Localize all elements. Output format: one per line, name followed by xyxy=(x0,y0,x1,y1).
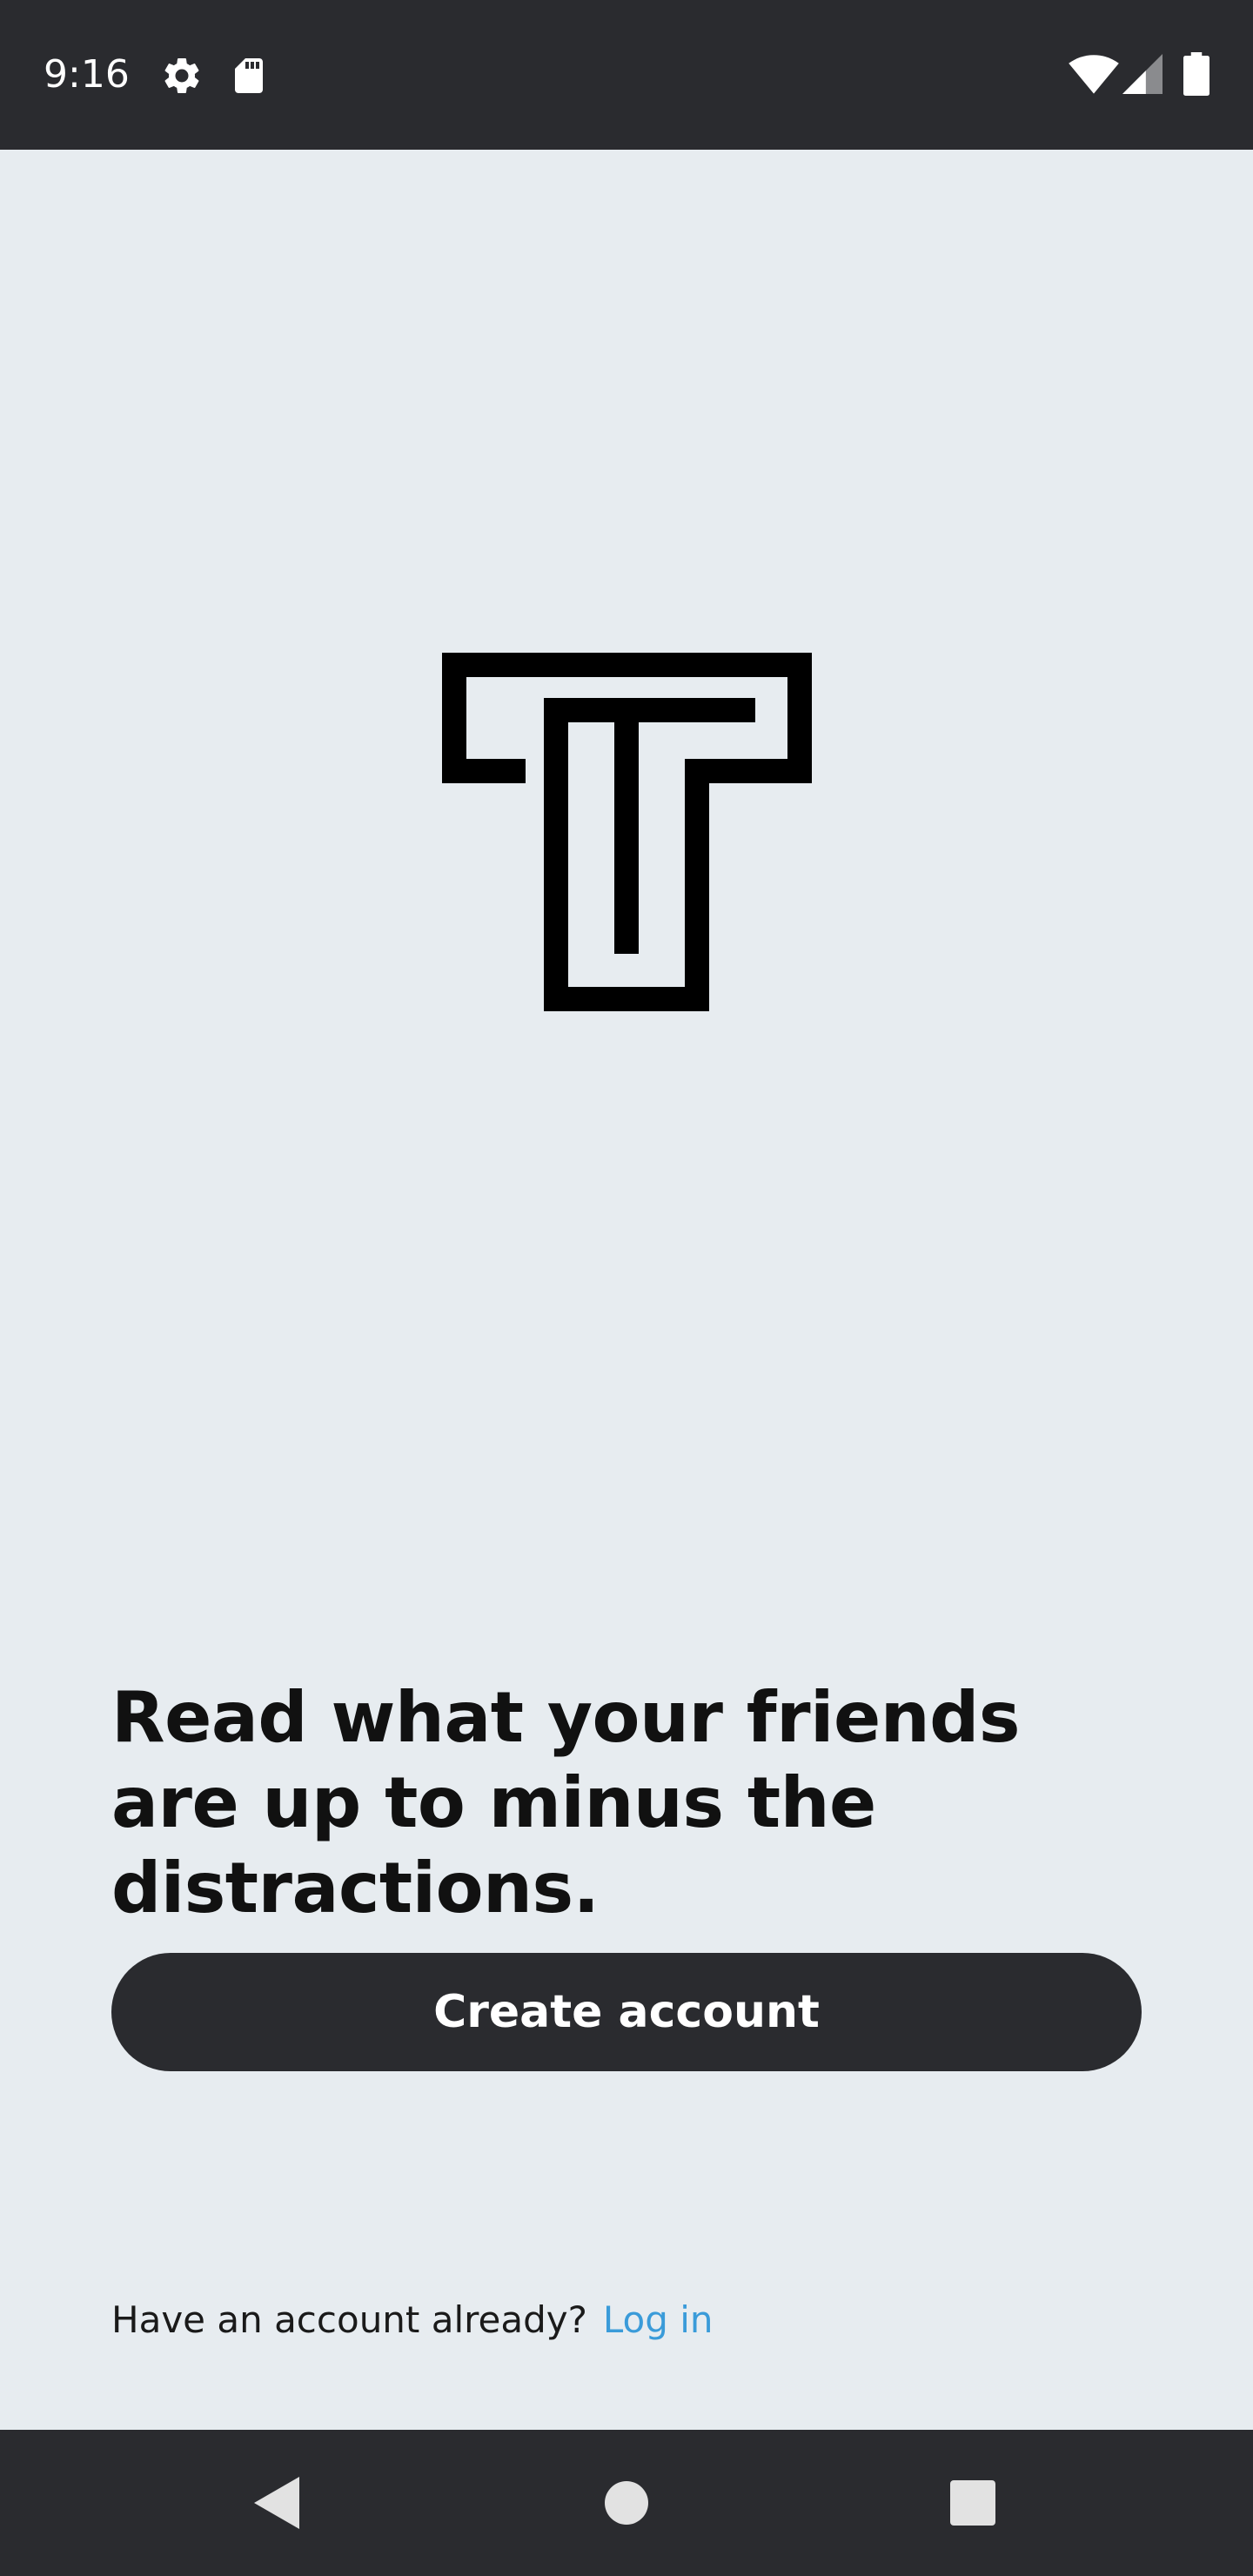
sd-card-icon xyxy=(235,58,263,93)
login-link[interactable]: Log in xyxy=(603,2298,714,2341)
status-bar: 9:16 xyxy=(0,0,1253,150)
home-circle-icon xyxy=(605,2481,648,2525)
login-prompt-row: Have an account already? Log in xyxy=(111,2294,714,2346)
headline: Read what your friends are up to minus t… xyxy=(111,1677,1021,1929)
back-button[interactable] xyxy=(238,2465,315,2541)
login-prompt-text: Have an account already? xyxy=(111,2298,587,2341)
status-time: 9:16 xyxy=(44,52,130,97)
navigation-bar xyxy=(0,2430,1253,2576)
settings-icon xyxy=(164,57,199,93)
cellular-signal-icon xyxy=(1122,54,1163,94)
recents-button[interactable] xyxy=(935,2465,1011,2541)
welcome-screen: 9:16 Read what your friends are up to mi… xyxy=(0,0,1253,2576)
recents-square-icon xyxy=(950,2480,995,2526)
create-account-button[interactable]: Create account xyxy=(111,1953,1142,2071)
battery-icon xyxy=(1183,52,1209,96)
wifi-icon xyxy=(1069,55,1119,94)
t-maze-logo-icon xyxy=(442,653,812,1011)
back-triangle-icon xyxy=(254,2477,299,2529)
home-button[interactable] xyxy=(588,2465,665,2541)
